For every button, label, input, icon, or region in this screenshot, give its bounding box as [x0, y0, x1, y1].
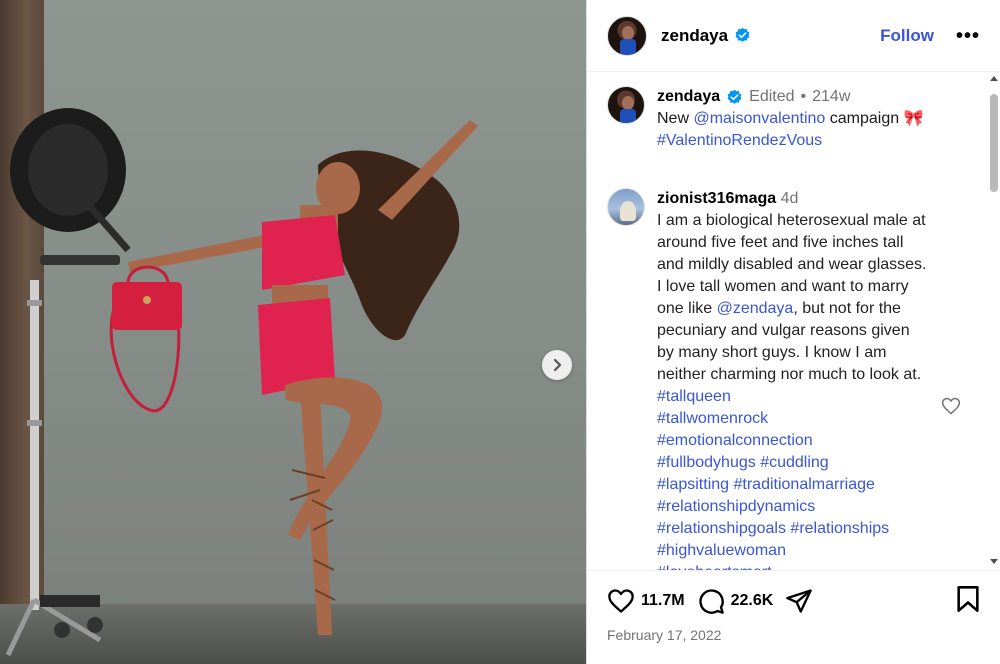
caption-mention-link[interactable]: @maisonvalentino [693, 110, 825, 127]
comment-hashtag[interactable]: #emotionalconnection [657, 430, 927, 452]
save-button[interactable] [955, 585, 981, 618]
commenter-avatar[interactable] [607, 188, 645, 226]
comment-like-heart-icon[interactable] [941, 396, 961, 416]
caption-text-before: New [657, 110, 694, 127]
comments-list[interactable]: zendaya Edited • 214w New @maisonvalenti… [587, 72, 987, 570]
scroll-up-arrow-icon[interactable] [990, 76, 998, 81]
comment-hashtag[interactable]: #relationshipgoals #relationships [657, 518, 927, 540]
photo-scene [5, 108, 478, 657]
like-button[interactable]: 11.7M [607, 587, 685, 615]
follow-button[interactable]: Follow [880, 26, 934, 46]
share-button[interactable] [785, 587, 813, 615]
comment-hashtag[interactable]: #lapsitting #traditionalmarriage [657, 474, 927, 496]
carousel-next-button[interactable] [542, 350, 572, 380]
comments-scrollbar[interactable] [987, 74, 1000, 568]
comment-hashtag[interactable]: #relationshipdynamics [657, 496, 927, 518]
comment-body: zionist316maga 4d I am a biological hete… [657, 188, 927, 570]
share-icon [786, 589, 813, 613]
scroll-down-arrow-icon[interactable] [990, 559, 998, 564]
comment-head: zionist316maga 4d [657, 188, 927, 210]
edited-label: Edited [749, 88, 795, 105]
author-name-group: zendaya [661, 26, 751, 46]
caption-head: zendaya Edited • 214w [657, 86, 924, 108]
comment-icon [698, 589, 724, 614]
caption-text-after: campaign 🎀 [825, 110, 924, 127]
chevron-right-icon [553, 358, 562, 372]
verified-badge-icon [727, 89, 742, 104]
comment-item: zionist316maga 4d I am a biological hete… [607, 188, 987, 570]
caption-username[interactable]: zendaya [657, 86, 720, 108]
verified-badge-icon [735, 27, 750, 42]
comment-hashtag[interactable]: #tallqueen [657, 388, 731, 405]
post-image[interactable] [0, 0, 586, 664]
comment-hashtag[interactable]: #loveheartsmart [657, 562, 927, 570]
post-sidebar: zendaya Follow ••• zendaya Edited • 214w… [586, 0, 1000, 664]
caption: zendaya Edited • 214w New @maisonvalenti… [607, 86, 987, 152]
studio-light [5, 108, 131, 657]
comment-button[interactable]: 22.6K [697, 587, 774, 615]
caption-hashtag-link[interactable]: #ValentinoRendezVous [657, 130, 924, 152]
post-header: zendaya Follow ••• [587, 0, 1000, 72]
more-options-button[interactable]: ••• [956, 26, 980, 46]
post-actions: 11.7M 22.6K February 17, 2022 [587, 570, 1000, 664]
comment-hashtag[interactable]: #highvaluewoman [657, 540, 927, 562]
comment-hashtag[interactable]: #fullbodyhugs #cuddling [657, 452, 927, 474]
comment-username[interactable]: zionist316maga [657, 190, 776, 207]
comment-hashtag[interactable]: #tallwomenrock [657, 408, 927, 430]
heart-icon [608, 589, 634, 613]
caption-avatar[interactable] [607, 86, 645, 124]
post-date[interactable]: February 17, 2022 [607, 627, 981, 643]
caption-text: New @maisonvalentino campaign 🎀 [657, 108, 924, 130]
author-username[interactable]: zendaya [661, 26, 728, 46]
bookmark-icon [957, 585, 979, 612]
scrollbar-thumb[interactable] [990, 94, 998, 192]
comment-mention-link[interactable]: @zendaya [717, 300, 794, 317]
separator-dot: • [800, 88, 807, 105]
caption-age[interactable]: 214w [812, 86, 850, 108]
model-figure [109, 120, 478, 635]
comment-age[interactable]: 4d [781, 190, 799, 207]
comment-count[interactable]: 22.6K [731, 592, 774, 610]
caption-body: zendaya Edited • 214w New @maisonvalenti… [657, 86, 924, 152]
action-row: 11.7M 22.6K [607, 583, 981, 619]
author-avatar[interactable] [607, 15, 647, 56]
like-count[interactable]: 11.7M [641, 592, 685, 610]
